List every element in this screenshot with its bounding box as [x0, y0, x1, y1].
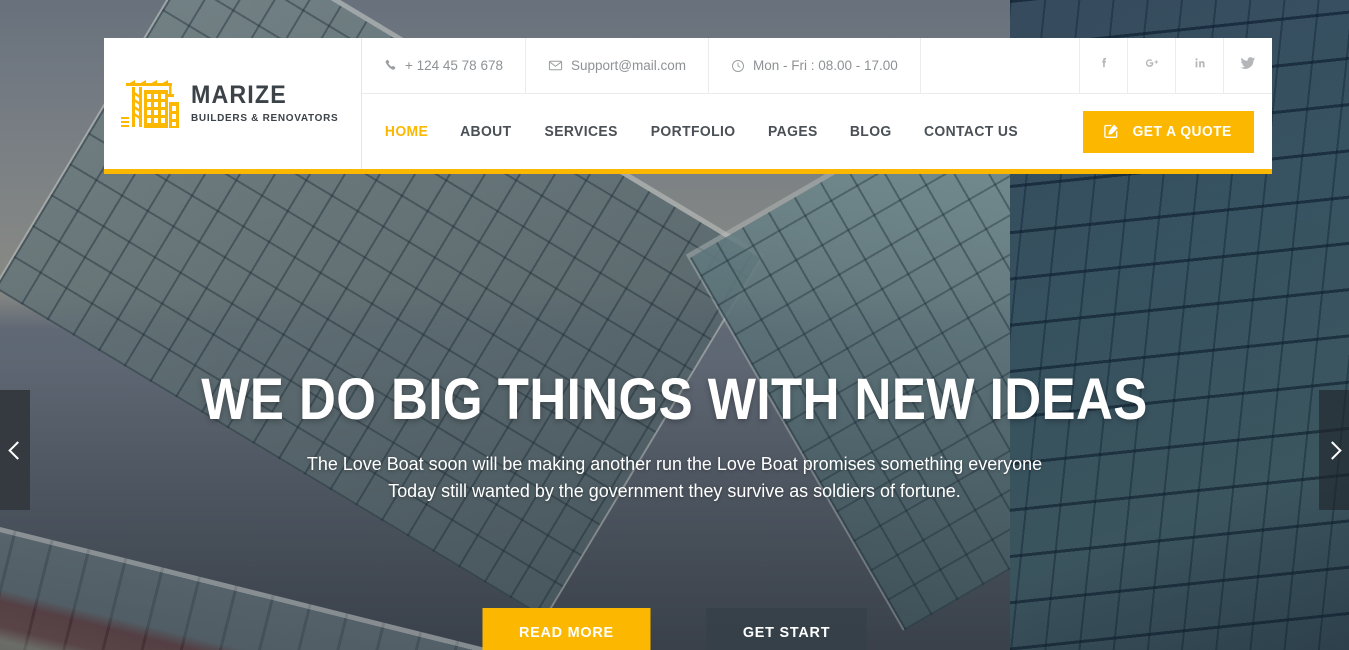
- nav-item-pages[interactable]: PAGES: [768, 124, 818, 140]
- contact-email[interactable]: Support@mail.com: [526, 38, 709, 93]
- chevron-right-icon: [1322, 440, 1342, 460]
- main-navigation-bar: HOME ABOUT SERVICES PORTFOLIO PAGES BLOG…: [362, 94, 1272, 169]
- nav-item-contact-us[interactable]: CONTACT US: [924, 124, 1018, 140]
- social-link-facebook[interactable]: [1080, 38, 1128, 93]
- read-more-button[interactable]: READ MORE: [482, 608, 650, 650]
- social-link-twitter[interactable]: [1224, 38, 1272, 93]
- phone-icon: [384, 59, 397, 72]
- social-link-linkedin[interactable]: [1176, 38, 1224, 93]
- nav-item-services[interactable]: SERVICES: [544, 124, 617, 140]
- nav-item-portfolio[interactable]: PORTFOLIO: [651, 124, 736, 140]
- facebook-icon: [1097, 56, 1111, 75]
- hero-content: WE DO BIG THINGS WITH NEW IDEAS The Love…: [0, 367, 1349, 505]
- hero-buttons: READ MORE GET START: [0, 608, 1349, 650]
- linkedin-icon: [1193, 56, 1207, 75]
- hero-slider: MARIZE BUILDERS & RENOVATORS + 124 45 78…: [0, 0, 1349, 650]
- get-start-button[interactable]: GET START: [706, 608, 868, 650]
- get-a-quote-button[interactable]: GET A QUOTE: [1082, 111, 1254, 153]
- hero-subtitle-line-2: Today still wanted by the government the…: [388, 479, 961, 501]
- chevron-left-icon: [7, 440, 27, 460]
- envelope-icon: [548, 58, 563, 73]
- slider-prev-button[interactable]: [0, 390, 30, 510]
- crane-building-logo-icon: [120, 79, 179, 128]
- logo-tagline: BUILDERS & RENOVATORS: [190, 112, 339, 125]
- clock-icon: [731, 59, 745, 73]
- nav-item-about[interactable]: ABOUT: [460, 124, 511, 140]
- logo[interactable]: MARIZE BUILDERS & RENOVATORS: [104, 38, 362, 169]
- hero-subtitle-line-1: The Love Boat soon will be making anothe…: [306, 452, 1043, 474]
- hero-title: WE DO BIG THINGS WITH NEW IDEAS: [201, 367, 1148, 432]
- top-contact-bar: + 124 45 78 678 Support@mail.com Mon - F…: [362, 38, 1272, 94]
- contact-phone-text: + 124 45 78 678: [405, 58, 503, 73]
- contact-bar-spacer: [921, 38, 1080, 93]
- pencil-square-icon: [1103, 122, 1120, 142]
- site-header: MARIZE BUILDERS & RENOVATORS + 124 45 78…: [104, 38, 1272, 174]
- social-link-google-plus[interactable]: [1128, 38, 1176, 93]
- main-navigation: HOME ABOUT SERVICES PORTFOLIO PAGES BLOG…: [362, 124, 1020, 140]
- nav-item-blog[interactable]: BLOG: [850, 124, 892, 140]
- contact-email-text: Support@mail.com: [570, 58, 686, 73]
- contact-hours-text: Mon - Fri : 08.00 - 17.00: [752, 58, 898, 73]
- nav-item-home[interactable]: HOME: [385, 124, 428, 140]
- logo-name: MARIZE: [190, 81, 287, 110]
- google-plus-icon: [1144, 55, 1160, 76]
- contact-phone[interactable]: + 124 45 78 678: [362, 38, 526, 93]
- twitter-icon: [1240, 55, 1256, 76]
- get-a-quote-label: GET A QUOTE: [1132, 124, 1232, 140]
- hero-subtitle: The Love Boat soon will be making anothe…: [20, 451, 1329, 505]
- contact-hours: Mon - Fri : 08.00 - 17.00: [709, 38, 921, 93]
- slider-next-button[interactable]: [1319, 390, 1349, 510]
